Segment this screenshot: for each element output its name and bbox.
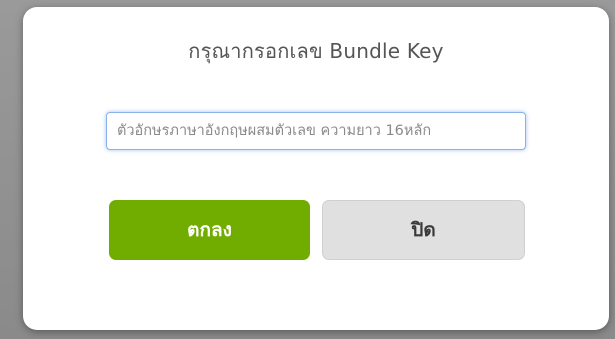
bundle-key-input[interactable] — [106, 112, 526, 150]
dialog-title: กรุณากรอกเลข Bundle Key — [188, 39, 444, 63]
bundle-key-dialog: กรุณากรอกเลข Bundle Key ตกลง ปิด — [23, 7, 609, 330]
close-button[interactable]: ปิด — [322, 200, 525, 260]
ok-button[interactable]: ตกลง — [109, 200, 310, 260]
